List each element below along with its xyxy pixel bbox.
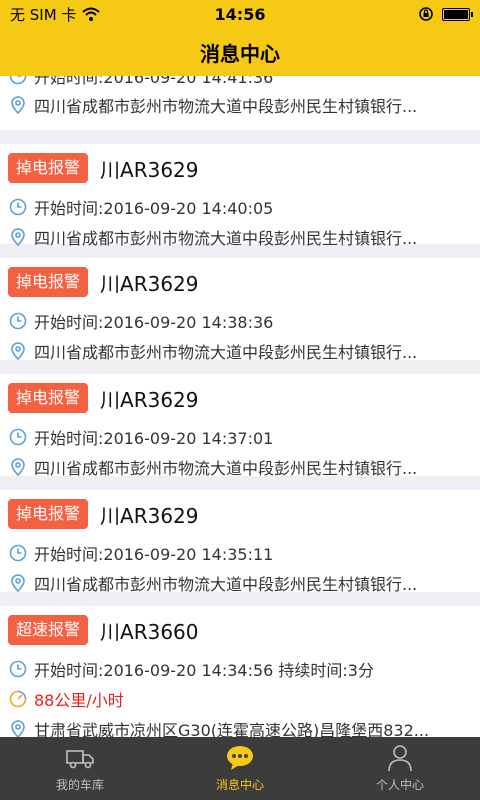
tab-my-garage[interactable]: 我的车库 [0,737,160,800]
rotation-lock-icon [419,7,433,21]
start-time-row: 开始时间:2016-09-20 14:35:11 [0,538,480,568]
card-header: 超速报警 川AR3660 [0,606,480,654]
location-pin-icon [11,458,25,477]
alarm-tag: 掉电报警 [8,383,89,413]
address-text: 四川省成都市彭州市物流大道中段彭州民生村镇银行... [34,343,418,362]
address-row: 甘肃省武威市凉州区G30(连霍高速公路)昌隆堡西832... [0,714,480,737]
clock-icon [9,428,27,446]
message-card[interactable]: 掉电报警 川AR3629 开始时间:2016-09-20 14:35:11 四川… [0,490,480,594]
tab-message-center[interactable]: 消息中心 [160,737,320,800]
speed-row: 88公里/小时 [0,684,480,714]
clock-icon [9,544,27,562]
location-pin-icon [11,96,25,115]
start-time-text: 开始时间:2016-09-20 14:35:11 [34,545,274,564]
plate-number: 川AR3629 [100,503,199,528]
plate-number: 川AR3629 [100,387,199,412]
address-row: 四川省成都市彭州市物流大道中段彭州民生村镇银行... [0,452,480,482]
clock-icon [9,312,27,330]
clock-icon [9,660,27,678]
plate-number: 川AR3629 [100,271,199,296]
card-header: 掉电报警 川AR3629 [0,374,480,422]
alarm-tag: 掉电报警 [8,499,89,529]
start-time-text: 开始时间:2016-09-20 14:34:56 持续时间:3分 [34,661,374,680]
address-text: 甘肃省武威市凉州区G30(连霍高速公路)昌隆堡西832... [34,721,430,737]
start-time-row: 开始时间:2016-09-20 14:40:05 [0,192,480,222]
location-pin-icon [11,228,25,247]
clock-icon [9,198,27,216]
speedometer-icon [9,690,27,708]
status-bar: 无 SIM 卡 14:56 [0,0,480,28]
status-right [418,6,473,22]
tab-label: 我的车库 [55,778,104,792]
address-row: 四川省成都市彭州市物流大道中段彭州民生村镇银行... [0,90,480,120]
card-header: 掉电报警 川AR3629 [0,490,480,538]
tab-label: 个人中心 [375,778,424,792]
plate-number: 川AR3660 [100,619,199,644]
address-row: 四川省成都市彭州市物流大道中段彭州民生村镇银行... [0,568,480,598]
speed-text: 88公里/小时 [34,691,124,710]
tab-personal-center[interactable]: 个人中心 [320,737,480,800]
person-icon [388,745,412,772]
alarm-tag: 掉电报警 [8,267,89,297]
address-text: 四川省成都市彭州市物流大道中段彭州民生村镇银行... [34,229,418,248]
card-header: 掉电报警 川AR3629 [0,144,480,192]
start-time-row: 开始时间:2016-09-20 14:34:56 持续时间:3分 [0,654,480,684]
message-card[interactable]: 超速报警 川AR3660 开始时间:2016-09-20 14:34:56 持续… [0,606,480,737]
truck-icon [66,750,94,769]
message-list[interactable]: 开始时间:2016-09-20 14:41:36 四川省成都市彭州市物流大道中段… [0,76,480,737]
start-time-text: 开始时间:2016-09-20 14:37:01 [34,429,274,448]
address-text: 四川省成都市彭州市物流大道中段彭州民生村镇银行... [34,575,418,594]
clock-icon [9,76,27,85]
address-row: 四川省成都市彭州市物流大道中段彭州民生村镇银行... [0,222,480,252]
address-text: 四川省成都市彭州市物流大道中段彭州民生村镇银行... [34,97,418,116]
start-time-row: 开始时间:2016-09-20 14:41:36 [0,76,480,90]
message-card[interactable]: 掉电报警 川AR3629 开始时间:2016-09-20 14:38:36 四川… [0,258,480,362]
alarm-tag: 超速报警 [8,615,89,645]
card-header: 掉电报警 川AR3629 [0,258,480,306]
tab-bar: 我的车库 消息中心 个人中心 [0,737,480,800]
battery-icon [442,7,473,21]
tab-label: 消息中心 [215,778,264,792]
plate-number: 川AR3629 [100,157,199,182]
start-time-text: 开始时间:2016-09-20 14:41:36 [34,76,274,87]
message-card[interactable]: 开始时间:2016-09-20 14:41:36 四川省成都市彭州市物流大道中段… [0,76,480,130]
location-pin-icon [11,720,25,737]
address-text: 四川省成都市彭州市物流大道中段彭州民生村镇银行... [34,459,418,478]
nav-bar: 消息中心 [0,28,480,76]
location-pin-icon [11,342,25,361]
carrier-text: 无 SIM 卡 [10,5,77,24]
chat-bubble-icon [227,746,253,770]
wifi-icon [82,7,101,21]
address-row: 四川省成都市彭州市物流大道中段彭州民生村镇银行... [0,336,480,366]
alarm-tag: 掉电报警 [8,153,89,183]
location-pin-icon [11,574,25,593]
status-left: 无 SIM 卡 [10,4,101,25]
message-card[interactable]: 掉电报警 川AR3629 开始时间:2016-09-20 14:40:05 四川… [0,144,480,248]
start-time-text: 开始时间:2016-09-20 14:40:05 [34,199,274,218]
message-card[interactable]: 掉电报警 川AR3629 开始时间:2016-09-20 14:37:01 四川… [0,374,480,478]
start-time-row: 开始时间:2016-09-20 14:37:01 [0,422,480,452]
start-time-text: 开始时间:2016-09-20 14:38:36 [34,313,274,332]
start-time-row: 开始时间:2016-09-20 14:38:36 [0,306,480,336]
page-title: 消息中心 [200,41,280,66]
